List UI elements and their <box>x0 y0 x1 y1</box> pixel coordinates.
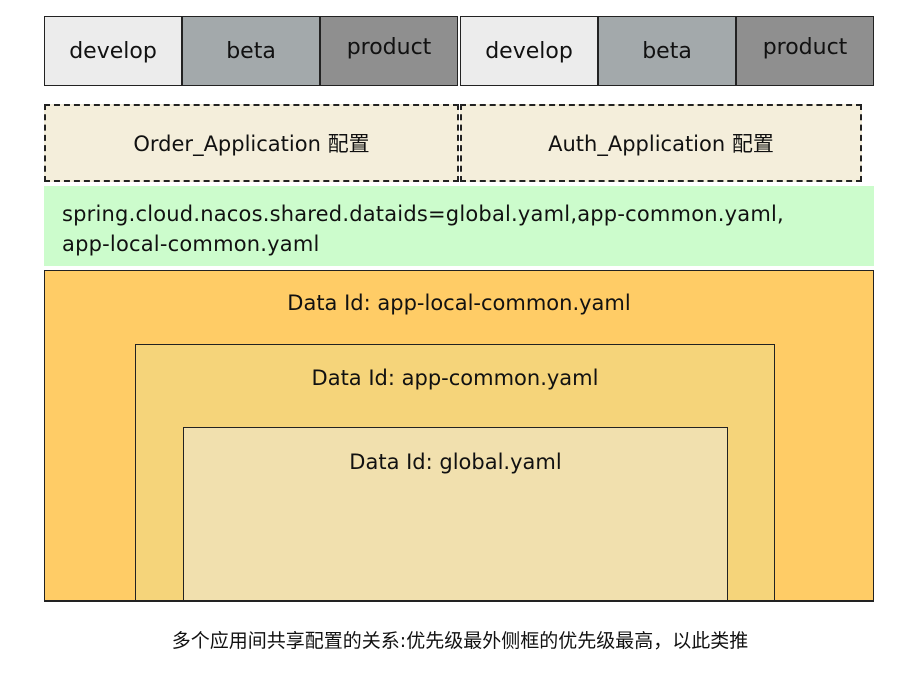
order-application-config: Order_Application 配置 <box>44 104 459 182</box>
env-label: develop <box>485 38 573 64</box>
layer-app-common-label: Data Id: app-common.yaml <box>311 366 599 390</box>
shared-dataids-config: spring.cloud.nacos.shared.dataids=global… <box>44 186 874 266</box>
diagram-caption: 多个应用间共享配置的关系:优先级最外侧框的优先级最高，以此类推 <box>171 630 749 652</box>
layer-global: Data Id: global.yaml <box>183 427 728 602</box>
order-application-label: Order_Application 配置 <box>133 132 370 156</box>
env-label: product <box>346 34 432 60</box>
env-develop-right: develop <box>460 16 598 86</box>
env-beta-right: beta <box>598 16 736 86</box>
env-develop-left: develop <box>44 16 182 86</box>
layer-app-local-common-label: Data Id: app-local-common.yaml <box>287 291 631 315</box>
outer-bottom-border <box>44 600 874 602</box>
auth-application-config: Auth_Application 配置 <box>460 104 862 182</box>
env-product-right: product <box>736 16 874 86</box>
env-beta-left: beta <box>182 16 320 86</box>
auth-application-label: Auth_Application 配置 <box>548 132 774 156</box>
layer-global-label: Data Id: global.yaml <box>349 450 562 474</box>
env-label: beta <box>642 38 692 64</box>
shared-dataids-line1: spring.cloud.nacos.shared.dataids=global… <box>62 202 784 226</box>
env-product-left: product <box>320 16 458 86</box>
env-label: develop <box>69 38 157 64</box>
env-label: beta <box>226 38 276 64</box>
shared-dataids-line2: app-local-common.yaml <box>62 232 320 256</box>
env-label: product <box>762 34 848 60</box>
